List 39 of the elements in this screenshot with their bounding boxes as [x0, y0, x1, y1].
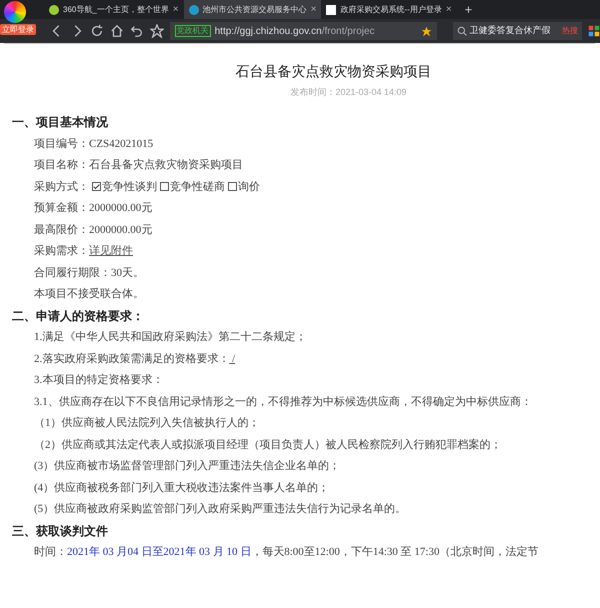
- browser-tab[interactable]: 360导航_一个主页，整个世界 ×: [44, 0, 184, 19]
- text-line: (5）供应商被政府采购监管部门列入政府采购严重违法失信行为记录名单的。: [33, 502, 408, 517]
- text-line: (4）供应商被税务部门列入重大税收违法案件当事人名单的；: [33, 480, 330, 496]
- text-line: 本项目不接受联合体。: [33, 286, 145, 302]
- text-line: 3.1、供应商存在以下不良信用记录情形之一的，不得推荐为中标候选供应商，不得确定为中标供应商：: [33, 394, 533, 410]
- tab-close-button[interactable]: ×: [172, 2, 179, 17]
- text-line: （2）供应商或其法定代表人或拟派项目经理（项目负责人）被人民检察院列入行贿犯罪档案的；: [33, 438, 502, 452]
- text-line: 3.本项目的特定资格要求：: [33, 372, 164, 388]
- text-line: 项目名称：石台县备灾点救灾物资采购项目: [33, 158, 244, 173]
- new-tab-button[interactable]: +: [456, 0, 480, 19]
- browser-tab[interactable]: 政府采购交易系统--用户登录 ×: [321, 0, 457, 19]
- page-title: 石台县备灾点救灾物资采购项目: [234, 62, 432, 80]
- address-bar[interactable]: 党政机关 http://ggj.chizhou.gov.cn/front/projec: [170, 22, 437, 40]
- attachment-link[interactable]: /: [229, 352, 236, 364]
- text-line: (3）供应商被市场监督管理部门列入严重违法失信企业名单的；: [33, 458, 342, 474]
- section-heading: 三、获取谈判文件: [12, 522, 109, 540]
- search-field[interactable]: 卫健委答复合休产假 热搜: [452, 22, 582, 40]
- text-line: 预算金额：2000000.00元: [33, 200, 154, 216]
- text-line: 1.满足《中华人民共和国政府采购法》第二十二条规定；: [33, 330, 308, 345]
- time-text: ，每天8:00至12:00，下午14:30 至 17:30（北京时间，法定节: [251, 546, 538, 558]
- field-label: 采购需求：: [34, 245, 89, 257]
- field-label: 采购方式：: [34, 180, 89, 192]
- section-heading: 一、项目基本情况: [12, 114, 109, 131]
- date-range: 2021年 03 月04 日至2021年 03 月 10 日: [67, 546, 252, 558]
- section-heading: 二、申请人的资格要求：: [12, 308, 145, 324]
- text-line: 项目编号：CZS42021015: [33, 136, 154, 152]
- text-line: （1）供应商被人民法院列入失信被执行人的；: [33, 416, 260, 431]
- time-text: 时间：: [34, 546, 67, 558]
- tab-close-button[interactable]: ×: [446, 2, 452, 17]
- checkbox-label: 竞争性谈判: [102, 180, 157, 192]
- checkbox-label: 询价: [238, 180, 260, 192]
- text-line: 合同履行期限：30天。: [33, 266, 145, 280]
- attachment-link[interactable]: 详见附件: [89, 245, 133, 257]
- field-label: 2.落实政府采购政策需满足的资格要求：: [34, 352, 230, 364]
- checkbox-label: 竞争性磋商: [170, 180, 225, 192]
- text-line: 最高限价：2000000.00元: [33, 222, 154, 238]
- browser-tab[interactable]: 池州市公共资源交易服务中心 ×: [184, 0, 322, 19]
- publish-time: 发布时间：2021-03-04 14:09: [289, 86, 408, 98]
- tab-close-button[interactable]: ×: [310, 2, 316, 17]
